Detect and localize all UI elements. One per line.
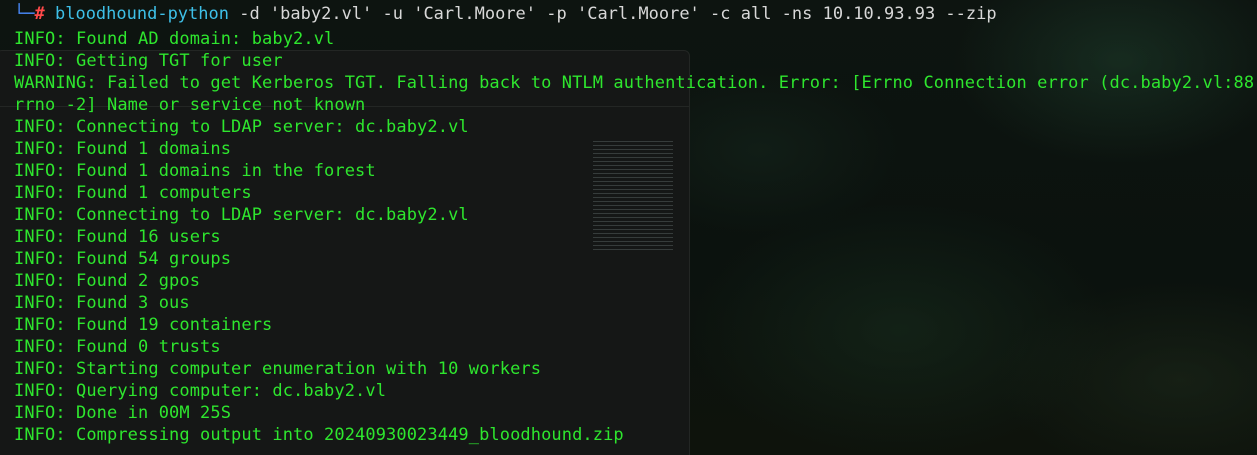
terminal-output: └─# bloodhound-python -d 'baby2.vl' -u '… bbox=[0, 0, 1257, 446]
output-line: INFO: Found 16 users bbox=[14, 227, 221, 247]
output-line: INFO: Querying computer: dc.baby2.vl bbox=[14, 381, 387, 401]
output-line: INFO: Connecting to LDAP server: dc.baby… bbox=[14, 205, 469, 225]
output-line: INFO: Found 3 ous bbox=[14, 293, 190, 313]
output-line: INFO: Starting computer enumeration with… bbox=[14, 359, 542, 379]
output-line: INFO: Done in 00M 25S bbox=[14, 403, 232, 423]
output-line: INFO: Found 19 containers bbox=[14, 315, 273, 335]
output-line: INFO: Found 1 domains in the forest bbox=[14, 161, 376, 181]
output-line: INFO: Found 1 domains bbox=[14, 139, 232, 159]
terminal-window[interactable]: └─# bloodhound-python -d 'baby2.vl' -u '… bbox=[0, 0, 1257, 455]
command-name: bloodhound-python bbox=[54, 4, 229, 24]
output-line: INFO: Found 2 gpos bbox=[14, 271, 201, 291]
output-line: INFO: Getting TGT for user bbox=[14, 51, 283, 71]
prompt-corner: └─ bbox=[14, 4, 35, 24]
output-line: INFO: Found 1 computers bbox=[14, 183, 252, 203]
command-prompt-line: └─# bloodhound-python -d 'baby2.vl' -u '… bbox=[0, 0, 1257, 28]
output-line: INFO: Found 0 trusts bbox=[14, 337, 221, 357]
output-line: INFO: Compressing output into 2024093002… bbox=[14, 425, 624, 445]
output-line-warning: rrno -2] Name or service not known bbox=[14, 95, 366, 115]
output-line: INFO: Found 54 groups bbox=[14, 249, 232, 269]
output-line: INFO: Found AD domain: baby2.vl bbox=[14, 29, 335, 49]
output-line-warning: WARNING: Failed to get Kerberos TGT. Fal… bbox=[14, 73, 1257, 93]
output-line: INFO: Connecting to LDAP server: dc.baby… bbox=[14, 117, 469, 137]
prompt-hash-symbol: # bbox=[34, 4, 45, 24]
command-arguments: -d 'baby2.vl' -u 'Carl.Moore' -p 'Carl.M… bbox=[228, 4, 997, 24]
